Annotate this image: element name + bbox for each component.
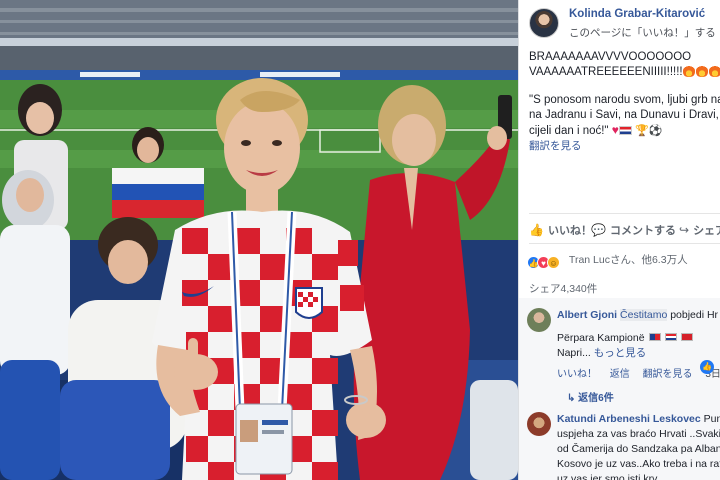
share-button-label: シェア: [693, 225, 720, 237]
see-more-link[interactable]: もっと見る: [594, 347, 647, 359]
croatia-flag-icon: [618, 126, 632, 135]
comment-translate-link[interactable]: 翻訳を見る: [643, 369, 693, 380]
share-icon: ↪: [679, 223, 690, 237]
comment-bubble: Katundi Arbeneshi Leskovec Pun uspjeha z…: [557, 412, 720, 480]
comment-button-label: コメントする: [609, 225, 676, 237]
comment-text-line-5: uz vas jer smo isti krv..: [557, 473, 663, 480]
comment-button[interactable]: 💬 コメントする: [591, 222, 676, 238]
see-translation-link[interactable]: 翻訳を見る: [529, 139, 720, 154]
albania-flag-icon: [681, 333, 694, 341]
comment-text-line-2: uspjeha za vas braćo Hrvati ..Svaki: [557, 428, 720, 440]
post-panel: Kolinda Grabar-Kitarović このページに「いいね！」する7…: [518, 0, 720, 480]
comment-text-line-3: Napri...: [557, 347, 594, 359]
page-like-link[interactable]: このページに「いいね！」する: [569, 27, 716, 39]
fire-icon: [682, 65, 695, 77]
comment-reply-link[interactable]: 返信: [610, 369, 630, 380]
share-count[interactable]: シェア4,340件: [529, 281, 597, 296]
comment-text-line-3: od Čamerija do Sandzaka pa Alban: [557, 443, 720, 455]
comment-like-badge-icon: 👍: [700, 360, 714, 374]
post-text-line-1: BRAAAAAAAVVVVOOOOOOO: [529, 51, 692, 63]
post-subline: このページに「いいね！」する7月: [569, 25, 720, 40]
croatia-flag-icon: [665, 333, 678, 341]
comment-meta: いいね！ 返信 翻訳を見る 3日: [557, 367, 720, 382]
post-text-line-2: VAAAAAATREEEEEENIIIII!!!!!: [529, 65, 720, 80]
post-actions: 👍いいね！ 💬コメントする ↪シェア: [529, 219, 720, 239]
view-replies-label: 返信6件: [578, 393, 614, 404]
fire-icon: [695, 65, 708, 77]
comment-avatar[interactable]: [527, 308, 551, 332]
comment-icon: 💬: [591, 223, 606, 237]
reaction-names[interactable]: Tran Lucさん、他6.3万人: [569, 254, 688, 266]
comment-text-line-4: Kosovo je uz vas..Ako treba i na rat: [557, 458, 720, 470]
soccer-ball-icon: ⚽: [648, 125, 663, 137]
quote-line-2: na Jadranu i Savi, na Dunavu i Dravi, ne: [529, 109, 720, 121]
comment-like-link[interactable]: いいね！: [557, 369, 597, 380]
comment-mention[interactable]: Čestitamo: [620, 309, 668, 321]
author-avatar[interactable]: [529, 8, 559, 38]
comment-bubble: Albert Gjoni Čestitamo pobjedi Hr Përpar…: [557, 308, 720, 406]
like-button-label: いいね！: [547, 225, 592, 237]
author-name[interactable]: Kolinda Grabar-Kitarović: [569, 8, 705, 20]
post-header: Kolinda Grabar-Kitarović このページに「いいね！」する7…: [529, 6, 720, 40]
heart-icon: ♥: [611, 123, 619, 137]
quote-line-3-text: cijeli dan i noć!": [529, 125, 609, 137]
like-button[interactable]: 👍 いいね！: [529, 222, 592, 238]
quote-line-1: "S ponosom narodu svom, ljubi grb na d: [529, 94, 720, 106]
post-text-line-2-text: VAAAAAATREEEEEENIIIII!!!!!: [529, 66, 683, 78]
reactions-summary[interactable]: 👍 ♥ ☺ Tran Lucさん、他6.3万人: [527, 252, 720, 269]
comment-author[interactable]: Albert Gjoni: [557, 309, 617, 321]
divider: [529, 213, 720, 214]
comment-author[interactable]: Katundi Arbeneshi Leskovec: [557, 413, 701, 425]
comment-text-line-2: Përpara Kampionë: [557, 332, 645, 344]
thumbs-up-icon: 👍: [529, 223, 544, 237]
post-body: BRAAAAAAAVVVVOOOOOOO VAAAAAATREEEEEENIII…: [529, 50, 720, 154]
post-photo[interactable]: [0, 0, 518, 480]
view-replies-link[interactable]: ↳ 返信6件: [567, 391, 720, 406]
haha-reaction-icon: ☺: [547, 256, 560, 269]
quote-line-3: cijeli dan i noć!" ♥ 🏆⚽: [529, 123, 720, 139]
fire-icon: [708, 65, 720, 77]
flag-icon: [649, 333, 662, 341]
comment-avatar[interactable]: [527, 412, 551, 436]
stadium-scene: [0, 0, 518, 480]
comment-text: Pun: [703, 413, 720, 425]
trophy-icon: 🏆: [635, 125, 649, 137]
comment-text: pobjedi Hr: [667, 309, 719, 321]
share-button[interactable]: ↪シェア: [679, 222, 720, 238]
divider: [529, 243, 720, 244]
